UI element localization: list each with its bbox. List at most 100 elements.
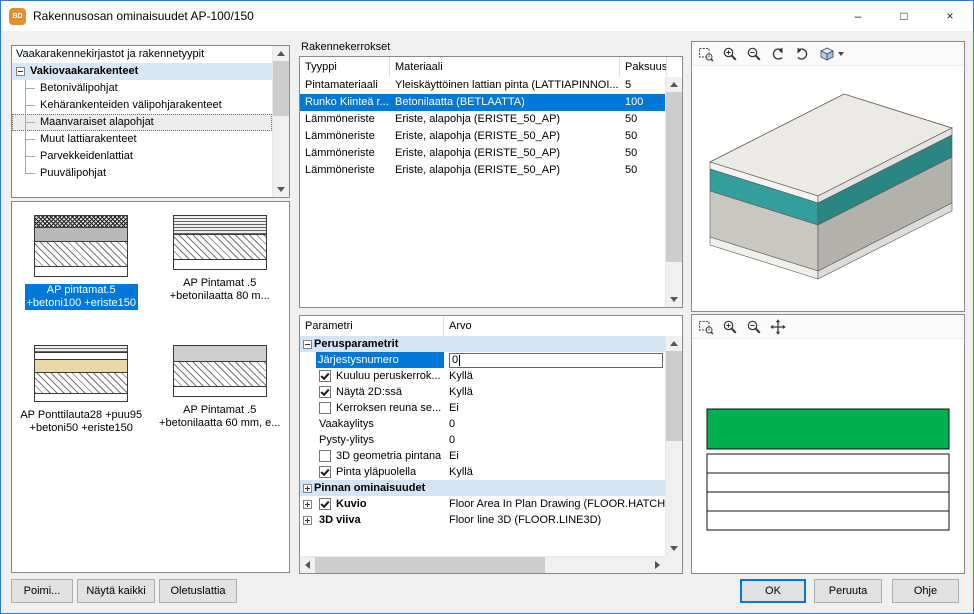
structure-section-image[interactable] bbox=[173, 216, 267, 270]
param-value[interactable]: 0 bbox=[444, 416, 665, 432]
column-header-tyyppi[interactable]: Tyyppi bbox=[300, 57, 390, 77]
checkbox-checked[interactable] bbox=[319, 498, 331, 510]
scroll-down-button[interactable] bbox=[273, 182, 289, 197]
title-bar[interactable]: BD Rakennusosan ominaisuudet AP-100/150 … bbox=[1, 1, 973, 31]
preview-2d-canvas[interactable] bbox=[692, 339, 964, 573]
tree-item-puuvalipohjat[interactable]: Puuvälipohjat bbox=[12, 165, 272, 182]
zoom-window-icon[interactable] bbox=[695, 317, 717, 337]
rotate-ccw-icon[interactable] bbox=[767, 44, 789, 64]
tree-vertical-scrollbar[interactable] bbox=[272, 46, 289, 197]
layer-row[interactable]: Lämmöneriste Eriste, alapohja (ERISTE_50… bbox=[300, 111, 682, 128]
library-list-header[interactable]: Vaakarakennekirjastot ja rakennetyypit bbox=[12, 46, 272, 63]
scrollbar-thumb[interactable] bbox=[273, 61, 289, 116]
layer-row[interactable]: Lämmöneriste Eriste, alapohja (ERISTE_50… bbox=[300, 128, 682, 145]
zoom-out-icon[interactable] bbox=[743, 44, 765, 64]
checkbox-unchecked[interactable] bbox=[319, 450, 331, 462]
thumbnail-item-3[interactable]: AP Ponttilauta28 +puu95 +betoni50 +erist… bbox=[12, 340, 151, 470]
param-value[interactable]: Kyllä bbox=[444, 368, 665, 384]
tree-item-maanvaraiset-alapohjat[interactable]: Maanvaraiset alapohjat bbox=[12, 114, 272, 131]
tree-item-parvekkeidenlattiat[interactable]: Parvekkeidenlattiat bbox=[12, 148, 272, 165]
poimi-button[interactable]: Poimi... bbox=[11, 579, 73, 603]
param-value[interactable]: Ei bbox=[444, 448, 665, 464]
tree-item-keharankenteiden[interactable]: Kehärankenteiden välipohjarakenteet bbox=[12, 97, 272, 114]
column-header-parametri[interactable]: Parametri bbox=[300, 316, 444, 336]
checkbox-unchecked[interactable] bbox=[319, 402, 331, 414]
param-row-jarjestysnumero[interactable]: Järjestysnumero 0 bbox=[300, 352, 665, 368]
param-value[interactable]: 0 bbox=[444, 432, 665, 448]
preview-3d-canvas[interactable] bbox=[692, 66, 964, 311]
selected-param-label[interactable]: Järjestysnumero bbox=[316, 352, 444, 368]
scroll-down-button[interactable] bbox=[666, 541, 682, 556]
param-value[interactable]: Floor line 3D (FLOOR.LINE3D) bbox=[444, 512, 665, 528]
scroll-left-button[interactable] bbox=[300, 557, 315, 573]
param-row-kuvio[interactable]: Kuvio Floor Area In Plan Drawing (FLOOR.… bbox=[300, 496, 665, 512]
view-mode-dropdown-icon[interactable] bbox=[815, 44, 847, 64]
column-header-arvo[interactable]: Arvo bbox=[444, 316, 682, 336]
param-value[interactable]: Kyllä bbox=[444, 464, 665, 480]
scrollbar-track[interactable] bbox=[666, 351, 682, 541]
maximize-button[interactable]: □ bbox=[881, 1, 927, 31]
thumbnail-item-4[interactable]: AP Pintamat .5 +betonilaatta 60 mm, e... bbox=[151, 340, 290, 470]
param-row-nayta-2dssa[interactable]: Näytä 2D:ssä Kyllä bbox=[300, 384, 665, 400]
expand-icon[interactable] bbox=[303, 484, 312, 493]
nayta-kaikki-button[interactable]: Näytä kaikki bbox=[77, 579, 155, 603]
tree-item-muut-lattiarakenteet[interactable]: Muut lattiarakenteet bbox=[12, 131, 272, 148]
scrollbar-track[interactable] bbox=[315, 557, 650, 573]
collapse-icon[interactable] bbox=[303, 340, 312, 349]
thumbnail-caption-selected[interactable]: AP pintamat.5 +betoni100 +eriste150 bbox=[25, 284, 138, 310]
ok-button[interactable]: OK bbox=[740, 579, 806, 603]
scroll-down-button[interactable] bbox=[666, 292, 682, 307]
collapse-icon[interactable] bbox=[16, 67, 25, 76]
tree-item-betonivalipohjat[interactable]: Betonivälipohjat bbox=[12, 80, 272, 97]
expand-icon[interactable] bbox=[303, 516, 312, 525]
close-button[interactable]: × bbox=[927, 1, 973, 31]
structure-section-image[interactable] bbox=[34, 216, 128, 277]
layers-vertical-scrollbar[interactable] bbox=[665, 77, 682, 307]
pan-icon[interactable] bbox=[767, 317, 789, 337]
param-row-kerroksen-reuna[interactable]: Kerroksen reuna se... Ei bbox=[300, 400, 665, 416]
zoom-in-icon[interactable] bbox=[719, 44, 741, 64]
param-row-pinta-ylapuolella[interactable]: Pinta yläpuolella Kyllä bbox=[300, 464, 665, 480]
param-value[interactable]: Floor Area In Plan Drawing (FLOOR.HATCH) bbox=[444, 496, 665, 512]
scrollbar-thumb[interactable] bbox=[666, 351, 682, 441]
minimize-button[interactable]: – bbox=[835, 1, 881, 31]
param-group-perusparametrit[interactable]: Perusparametrit bbox=[300, 336, 665, 352]
param-row-kuuluu-peruskerrokseen[interactable]: Kuuluu peruskerrok... Kyllä bbox=[300, 368, 665, 384]
thumbnail-caption[interactable]: AP Pintamat .5 +betonilaatta 80 m... bbox=[170, 277, 270, 303]
param-row-3d-geometria[interactable]: 3D geometria pintana Ei bbox=[300, 448, 665, 464]
oletuslattia-button[interactable]: Oletuslattia bbox=[159, 579, 237, 603]
layer-row[interactable]: Lämmöneriste Eriste, alapohja (ERISTE_50… bbox=[300, 145, 682, 162]
param-value-input[interactable]: 0 bbox=[449, 353, 663, 368]
column-header-paksuus[interactable]: Paksuus bbox=[620, 57, 667, 77]
param-group-pinnan-ominaisuudet[interactable]: Pinnan ominaisuudet bbox=[300, 480, 665, 496]
column-header-materiaali[interactable]: Materiaali bbox=[390, 57, 620, 77]
scroll-up-button[interactable] bbox=[666, 77, 682, 92]
layer-row-selected[interactable]: Runko Kiinteä r... Betonilaatta (BETLAAT… bbox=[300, 94, 682, 111]
thumbnail-caption[interactable]: AP Pintamat .5 +betonilaatta 60 mm, e... bbox=[159, 404, 280, 430]
tree-node-vakiovaakarakenteet[interactable]: Vakiovaakarakenteet bbox=[12, 63, 272, 80]
layer-row[interactable]: Pintamateriaali Yleiskäyttöinen lattian … bbox=[300, 77, 682, 94]
thumbnail-caption[interactable]: AP Ponttilauta28 +puu95 +betoni50 +erist… bbox=[20, 409, 142, 435]
structure-section-image[interactable] bbox=[173, 346, 267, 397]
param-value[interactable]: Kyllä bbox=[444, 384, 665, 400]
params-vertical-scrollbar[interactable] bbox=[665, 336, 682, 556]
zoom-out-icon[interactable] bbox=[743, 317, 765, 337]
expand-icon[interactable] bbox=[303, 500, 312, 509]
checkbox-checked[interactable] bbox=[319, 466, 331, 478]
thumbnail-item-2[interactable]: AP Pintamat .5 +betonilaatta 80 m... bbox=[151, 210, 290, 340]
structure-section-image[interactable] bbox=[34, 346, 128, 402]
thumbnail-item-1[interactable]: AP pintamat.5 +betoni100 +eriste150 bbox=[12, 210, 151, 340]
help-button[interactable]: Ohje bbox=[892, 579, 959, 603]
zoom-window-icon[interactable] bbox=[695, 44, 717, 64]
params-horizontal-scrollbar[interactable] bbox=[300, 556, 665, 573]
checkbox-checked[interactable] bbox=[319, 386, 331, 398]
layer-row[interactable]: Lämmöneriste Eriste, alapohja (ERISTE_50… bbox=[300, 162, 682, 179]
checkbox-checked[interactable] bbox=[319, 370, 331, 382]
scrollbar-track[interactable] bbox=[273, 61, 289, 182]
scrollbar-thumb[interactable] bbox=[666, 92, 682, 262]
param-row-3d-viiva[interactable]: 3D viiva Floor line 3D (FLOOR.LINE3D) bbox=[300, 512, 665, 528]
scroll-right-button[interactable] bbox=[650, 557, 665, 573]
scroll-up-button[interactable] bbox=[666, 336, 682, 351]
cancel-button[interactable]: Peruuta bbox=[814, 579, 882, 603]
param-row-vaakaylitys[interactable]: Vaakaylitys 0 bbox=[300, 416, 665, 432]
